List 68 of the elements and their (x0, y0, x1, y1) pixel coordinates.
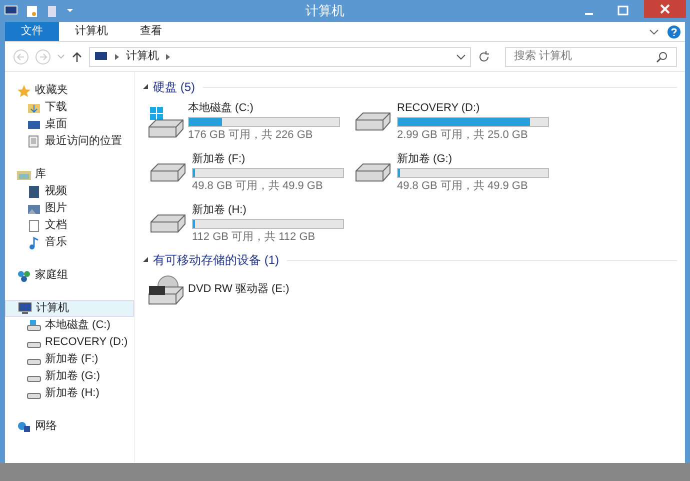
collapse-icon[interactable] (143, 257, 149, 263)
drive-name: 新加卷 (G:) (397, 152, 453, 167)
drive-name: 新加卷 (F:) (192, 152, 246, 167)
address-bar[interactable]: 计算机 (89, 46, 471, 66)
dropdown-icon[interactable] (66, 8, 74, 14)
sidebar-item[interactable]: 收藏夹 (5, 82, 134, 99)
close-button[interactable] (644, 0, 686, 18)
drive-space-info: 2.99 GB 可用，共 25.0 GB (397, 128, 529, 142)
document-stack-icon (27, 134, 41, 148)
up-arrow-icon[interactable] (71, 50, 83, 62)
sidebar-item[interactable]: 下载 (5, 99, 134, 116)
drive-tile[interactable]: 本地磁盘 (C:) 176 GB 可用，共 226 GB (148, 100, 353, 143)
search-icon (656, 50, 668, 62)
homegroup-icon (17, 268, 31, 282)
system-drive-icon (27, 320, 41, 332)
chevron-right-icon[interactable] (165, 52, 171, 60)
sidebar-item[interactable]: 家庭组 (5, 267, 134, 284)
sidebar-item[interactable]: 新加卷 (H:) (5, 385, 134, 402)
drive-tile[interactable]: 新加卷 (G:) 49.8 GB 可用，共 49.9 GB (353, 151, 558, 194)
chevron-down-icon[interactable] (649, 28, 659, 36)
drive-tile[interactable]: 新加卷 (H:) 112 GB 可用，共 112 GB (148, 202, 353, 245)
sidebar-item[interactable]: 新加卷 (F:) (5, 351, 134, 368)
drive-space-info: 112 GB 可用，共 112 GB (192, 230, 316, 244)
chevron-down-icon[interactable] (456, 52, 466, 60)
sidebar-item[interactable]: 文档 (5, 217, 134, 234)
close-icon (660, 4, 670, 14)
help-icon[interactable] (667, 24, 681, 38)
sidebar-item[interactable]: RECOVERY (D:) (5, 334, 134, 351)
star-icon (17, 84, 31, 98)
group-header: 有可移动存储的设备 (1) (153, 252, 279, 269)
breadcrumb-item[interactable]: 计算机 (126, 48, 159, 65)
document-icon (27, 218, 41, 232)
sidebar-item[interactable]: 网络 (5, 418, 134, 435)
sidebar-item[interactable]: 新加卷 (G:) (5, 368, 134, 385)
ribbon-tab[interactable]: 计算机 (59, 22, 124, 41)
chevron-right-icon[interactable] (114, 52, 120, 60)
group-header: 硬盘 (5) (153, 79, 195, 96)
music-note-icon (27, 236, 41, 250)
collapse-icon[interactable] (143, 84, 149, 90)
sidebar-item[interactable]: 视频 (5, 183, 134, 200)
computer-icon (18, 302, 32, 316)
sidebar-item[interactable]: 计算机 (5, 300, 134, 317)
drive-space-info: 49.8 GB 可用，共 49.9 GB (192, 178, 324, 194)
refresh-icon[interactable] (477, 50, 491, 64)
sidebar-item[interactable]: 音乐 (5, 234, 134, 251)
drive-name: RECOVERY (D:) (397, 101, 481, 116)
drive-space-info: 176 GB 可用，共 226 GB (188, 128, 314, 142)
drive-space-info: 49.8 GB 可用，共 49.9 GB (397, 178, 529, 194)
drive-tile[interactable]: RECOVERY (D:) 2.99 GB 可用，共 25.0 GB (353, 100, 558, 143)
dvd-drive-icon (148, 273, 184, 305)
drive-name: 新加卷 (H:) (192, 202, 248, 218)
network-icon (17, 420, 31, 434)
drive-name: DVD RW 驱动器 (E:) (188, 282, 290, 297)
sidebar-item[interactable]: 库 (5, 166, 134, 183)
computer-icon (94, 50, 108, 62)
sidebar-item[interactable]: 桌面 (5, 116, 134, 133)
window-title: 计算机 (306, 3, 344, 18)
file-tab[interactable]: 文件 (5, 22, 59, 41)
sidebar-item[interactable]: 图片 (5, 200, 134, 217)
sidebar-item[interactable]: 最近访问的位置 (5, 133, 134, 150)
drive-tile[interactable]: 新加卷 (F:) 49.8 GB 可用，共 49.9 GB (148, 151, 353, 194)
computer-icon (4, 5, 18, 17)
search-field[interactable]: 搜索 计算机 (505, 46, 677, 66)
drive-name: 本地磁盘 (C:) (188, 101, 254, 116)
ribbon-tab[interactable]: 查看 (124, 22, 178, 41)
search-input[interactable]: 搜索 计算机 (514, 48, 656, 65)
drive-tile[interactable]: DVD RW 驱动器 (E:) (148, 273, 558, 305)
sidebar-item[interactable]: 本地磁盘 (C:) (5, 317, 134, 334)
